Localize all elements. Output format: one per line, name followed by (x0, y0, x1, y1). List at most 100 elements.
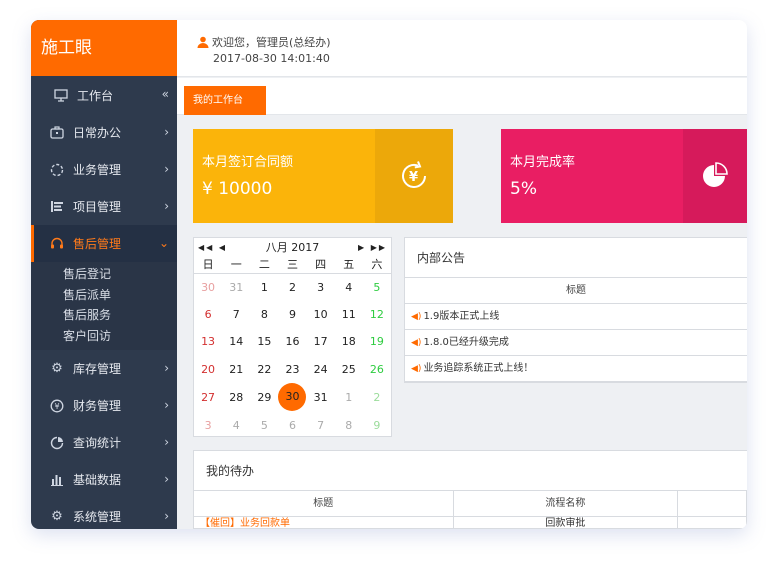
collapse-sidebar-icon[interactable]: « (162, 87, 169, 101)
calendar-day-number: 13 (201, 335, 216, 349)
calendar-day[interactable]: 31 (222, 273, 250, 301)
calendar-day[interactable]: 11 (335, 301, 363, 329)
chevron-right-icon: › (164, 509, 169, 523)
calendar-day[interactable]: 23 (278, 356, 306, 384)
calendar-day[interactable]: 8 (335, 411, 363, 439)
my-todo-panel: 我的待办 标题 流程名称 【催回】业务回款单 回款审批 (193, 450, 747, 529)
sidebar-item-after-sales[interactable]: 售后管理 ⌄ (31, 225, 177, 262)
calendar-day[interactable]: 14 (222, 328, 250, 356)
calendar-day[interactable]: 7 (222, 301, 250, 329)
calendar-day[interactable]: 10 (307, 301, 335, 329)
sidebar-item-label: 财务管理 (73, 399, 122, 413)
sidebar-item-project[interactable]: 项目管理 › (31, 188, 177, 225)
calendar-day[interactable]: 20 (194, 356, 222, 384)
sidebar-item-system[interactable]: ⚙ 系统管理 › (31, 498, 177, 529)
calendar-month-title[interactable]: 八月 2017 (266, 239, 320, 255)
settings-icon: ⚙ (51, 509, 63, 524)
sidebar-item-base-data[interactable]: 基础数据 › (31, 461, 177, 498)
calendar-day-number: 8 (260, 307, 268, 321)
tab-bar: 我的工作台 (177, 78, 747, 115)
monitor-icon (53, 87, 69, 103)
calendar-day[interactable]: 29 (250, 383, 278, 411)
calendar-day[interactable]: 4 (222, 411, 250, 439)
calendar-day[interactable]: 30 (278, 383, 307, 412)
sidebar-item-label: 工作台 (77, 88, 114, 103)
calendar-day-number: 22 (257, 363, 272, 377)
calendar-next-buttons[interactable]: ▶ ▶▶ (358, 243, 387, 252)
calendar-weekday: 五 (334, 256, 363, 274)
calendar-day[interactable]: 5 (250, 411, 278, 439)
calendar-day[interactable]: 21 (222, 356, 250, 384)
sidebar-item-business[interactable]: 业务管理 › (31, 151, 177, 188)
calendar-day[interactable]: 26 (363, 356, 391, 384)
calendar-day[interactable]: 19 (363, 328, 391, 356)
calendar-day[interactable]: 2 (278, 273, 306, 301)
todo-col-extra (678, 491, 747, 516)
calendar-day[interactable]: 25 (335, 356, 363, 384)
calendar-day[interactable]: 4 (335, 273, 363, 301)
calendar-day[interactable]: 22 (250, 356, 278, 384)
stat-card-completion-rate[interactable]: 本月完成率 5% (501, 129, 747, 223)
calendar-day[interactable]: 24 (307, 356, 335, 384)
calendar-day[interactable]: 9 (363, 411, 391, 439)
todo-col-flow: 流程名称 (454, 491, 679, 516)
calendar-day-number: 23 (285, 363, 300, 377)
sidebar-item-daily-office[interactable]: 日常办公 › (31, 114, 177, 151)
calendar-day[interactable]: 9 (278, 301, 306, 329)
internal-notice-panel: 内部公告 标题 ◀) 1.9版本正式上线 ◀) 1.8.0已经升级完成 ◀) 业务追踪… (404, 237, 747, 383)
tab-my-workbench[interactable]: 我的工作台 (184, 86, 266, 115)
sidebar-item-inventory[interactable]: ⚙ 库存管理 › (31, 350, 177, 387)
calendar-day[interactable]: 1 (250, 273, 278, 301)
calendar-day[interactable]: 27 (194, 383, 222, 411)
calendar-prev-buttons[interactable]: ◀◀ ◀ (198, 243, 227, 252)
calendar-day[interactable]: 6 (278, 411, 306, 439)
calendar-day-number: 17 (313, 335, 328, 349)
stat-card-contract-amount[interactable]: 本月签订合同额 ¥ 10000 ¥ (193, 129, 453, 223)
calendar-day[interactable]: 7 (307, 411, 335, 439)
todo-row-flow: 回款审批 (454, 517, 679, 529)
calendar-day[interactable]: 28 (222, 383, 250, 411)
calendar-day[interactable]: 30 (194, 273, 222, 301)
calendar-day[interactable]: 12 (363, 301, 391, 329)
sidebar-item-workbench[interactable]: 工作台 « (31, 76, 177, 114)
calendar-day-number: 3 (204, 418, 212, 432)
calendar-day-number: 2 (288, 280, 296, 294)
calendar-day[interactable]: 15 (250, 328, 278, 356)
notice-row-title: 业务追踪系统正式上线！ (423, 362, 534, 374)
sidebar-item-query-stats[interactable]: 查询统计 › (31, 424, 177, 461)
submenu-item-follow-up[interactable]: 客户回访 (63, 326, 177, 347)
top-bar: 欢迎您，管理员(总经办) 2017-08-30 14:01:40 (177, 20, 747, 77)
brand-logo[interactable]: 施工眼 (31, 20, 177, 76)
calendar-day-number: 10 (313, 307, 328, 321)
calendar-day[interactable]: 18 (335, 328, 363, 356)
calendar-day-number: 21 (229, 363, 244, 377)
calendar-day[interactable]: 3 (307, 273, 335, 301)
calendar-day[interactable]: 2 (363, 383, 391, 411)
calendar-day-number: 24 (313, 363, 328, 377)
calendar-day-number: 19 (369, 335, 384, 349)
calendar-day-number: 26 (369, 363, 384, 377)
calendar-day[interactable]: 31 (307, 383, 335, 411)
submenu-item-dispatch[interactable]: 售后派单 (63, 285, 177, 306)
sidebar-item-finance[interactable]: ¥ 财务管理 › (31, 387, 177, 424)
calendar-day[interactable]: 13 (194, 328, 222, 356)
calendar-day[interactable]: 1 (335, 383, 363, 411)
sidebar-nav: 工作台 « 日常办公 › 业务管理 › 项目管理 › 售后管理 ⌄ (31, 76, 177, 262)
calendar-day-number: 4 (232, 418, 240, 432)
notice-row[interactable]: ◀) 1.9版本正式上线 (405, 304, 747, 330)
todo-row[interactable]: 【催回】业务回款单 回款审批 (194, 517, 747, 529)
calendar-day[interactable]: 17 (307, 328, 335, 356)
submenu-item-registration[interactable]: 售后登记 (63, 264, 177, 285)
calendar-day[interactable]: 3 (194, 411, 222, 439)
calendar-day[interactable]: 16 (278, 328, 306, 356)
submenu-item-service[interactable]: 售后服务 (63, 305, 177, 326)
calendar-day[interactable]: 6 (194, 301, 222, 329)
notice-row[interactable]: ◀) 业务追踪系统正式上线！ (405, 356, 747, 382)
calendar-day[interactable]: 8 (250, 301, 278, 329)
calendar-day-number: 31 (229, 280, 244, 294)
notice-row[interactable]: ◀) 1.8.0已经升级完成 (405, 330, 747, 356)
calendar-day-number: 31 (313, 390, 328, 404)
calendar-day-number: 30 (201, 280, 216, 294)
panel-title: 我的待办 (194, 451, 747, 491)
calendar-day[interactable]: 5 (363, 273, 391, 301)
